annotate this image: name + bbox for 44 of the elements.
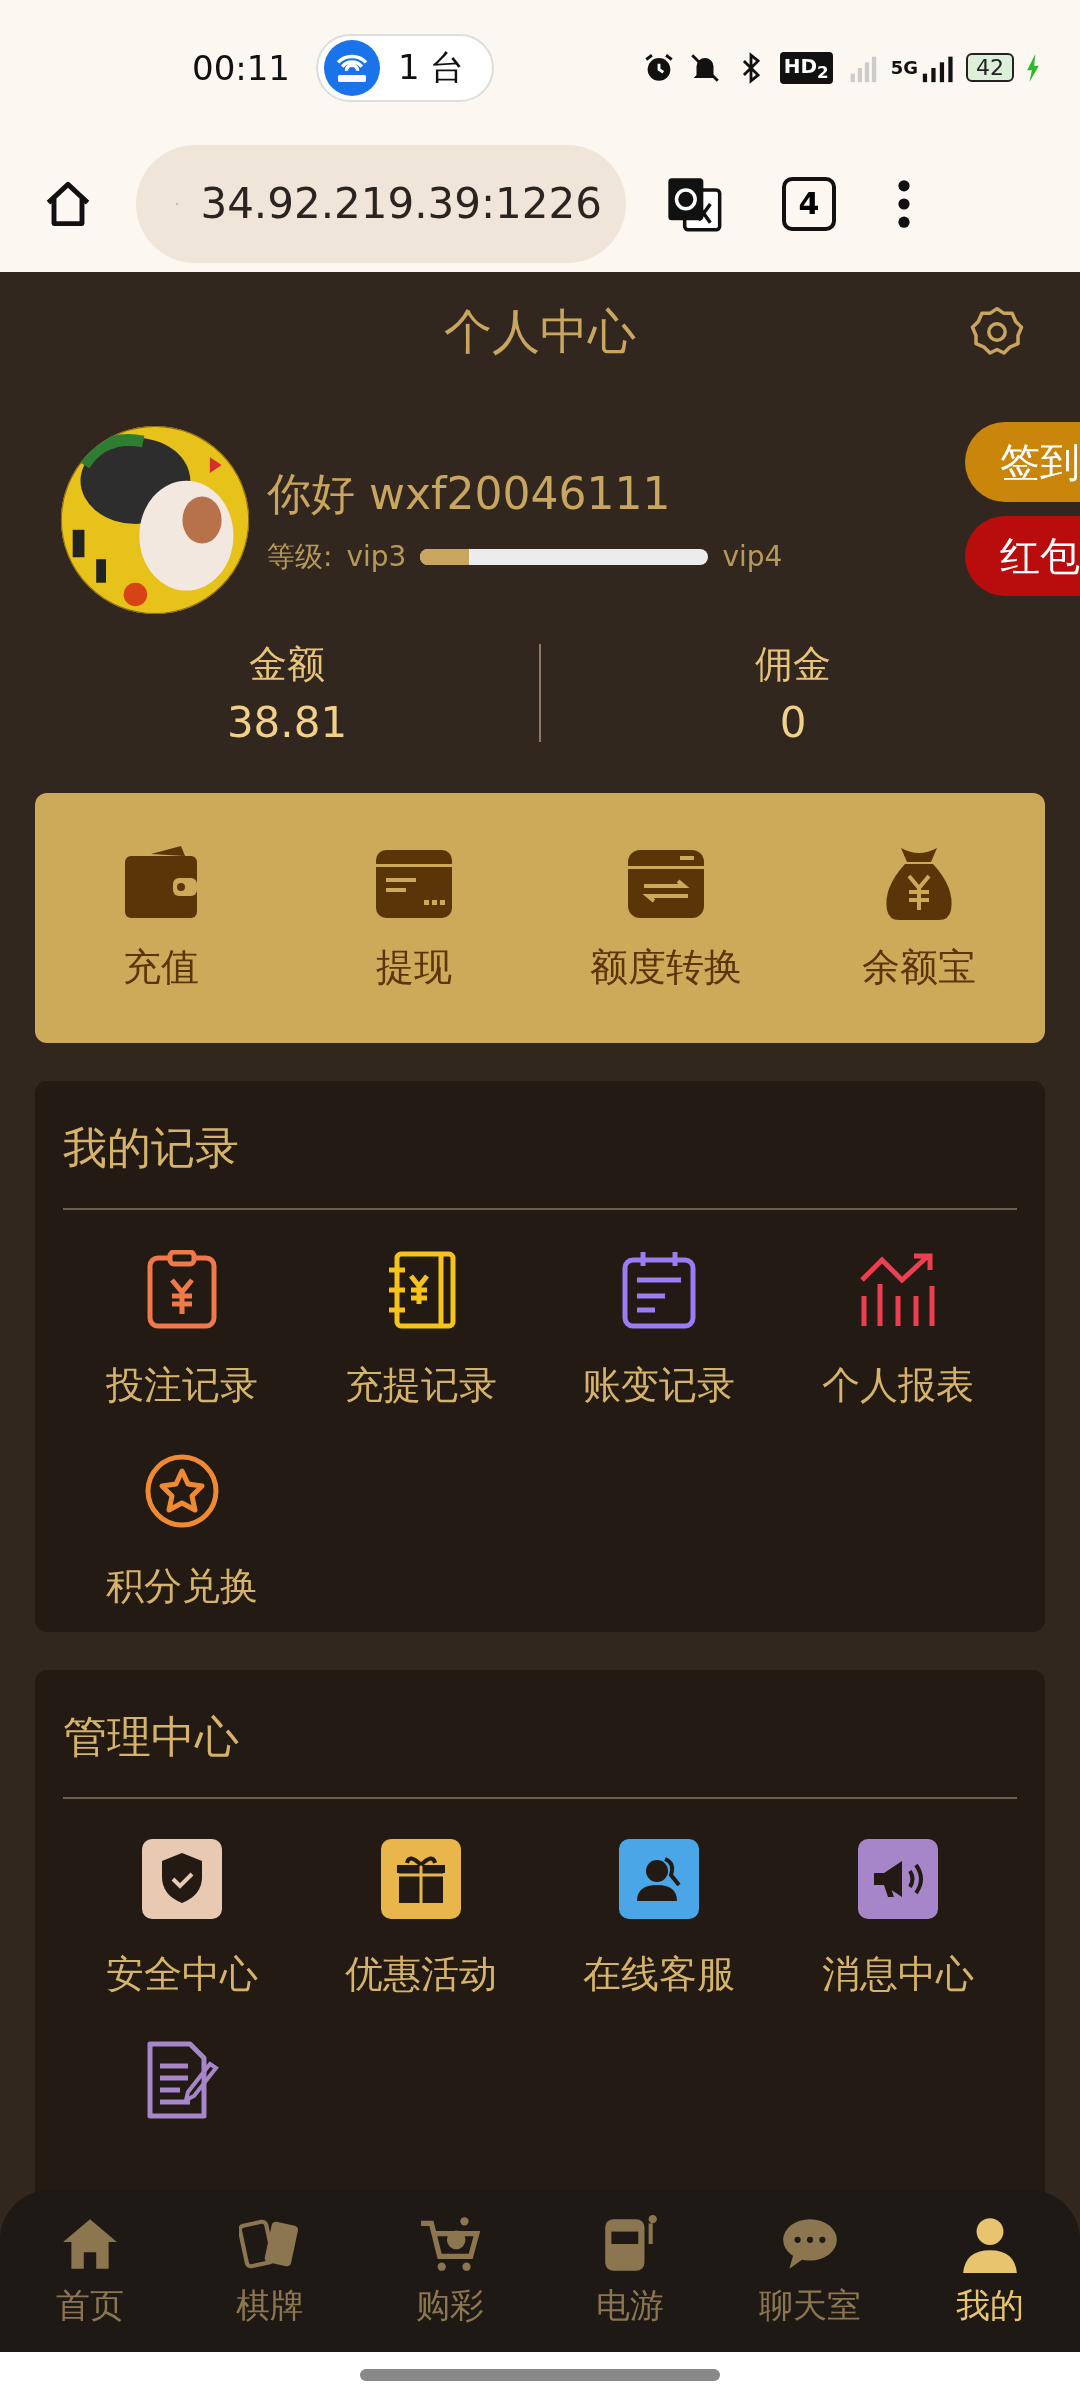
wallet-action[interactable]: 提现 <box>287 843 540 993</box>
status-time: 00:11 <box>192 47 290 88</box>
wallet-action[interactable]: 充值 <box>35 843 288 993</box>
greeting: 你好 wxf20046111 <box>267 466 672 521</box>
balance-label: 佣金 <box>755 641 831 688</box>
balance-label: 金额 <box>249 641 325 688</box>
section-title: 我的记录 <box>63 1121 240 1175</box>
wallet-action[interactable]: 额度转换 <box>540 843 793 993</box>
nav-tab[interactable]: 聊天室 <box>720 2213 900 2329</box>
management-item[interactable]: 消息中心 <box>778 1839 1017 2000</box>
next-level: vip4 <box>722 540 783 573</box>
nav-tab[interactable]: 电游 <box>540 2213 720 2329</box>
management-item[interactable]: 优惠活动 <box>301 1839 540 2000</box>
hd-badge: HD$_{2}$ <box>779 51 833 84</box>
megaphone-icon <box>857 1839 938 1919</box>
record-item[interactable]: 投注记录 <box>63 1250 302 1411</box>
network-type: 5G <box>890 57 918 78</box>
management-item[interactable]: 在线客服 <box>540 1839 779 2000</box>
wallet-action[interactable]: 余额宝 <box>792 843 1045 993</box>
user-search-icon <box>619 1839 700 1919</box>
nav-tab[interactable]: 棋牌 <box>180 2213 360 2329</box>
hotspot-pill: 1 台 <box>316 33 495 102</box>
record-item[interactable]: 账变记录 <box>540 1250 779 1411</box>
shield-check-icon <box>142 1839 223 1919</box>
translate-icon[interactable] <box>666 175 722 232</box>
gift-packet-button[interactable]: 红包 <box>965 516 1080 596</box>
section-title: 管理中心 <box>63 1710 240 1764</box>
balance-value: 38.81 <box>226 698 348 747</box>
management-item[interactable]: 安全中心 <box>63 1839 302 2000</box>
page-title: 个人中心 <box>444 302 636 361</box>
nav-tab[interactable]: 首页 <box>0 2213 180 2329</box>
gift-icon <box>380 1839 461 1919</box>
router-icon <box>324 39 380 96</box>
tabs-button[interactable]: 4 <box>782 176 836 231</box>
nav-tab[interactable]: 我的 <box>900 2213 1080 2329</box>
current-level: vip3 <box>346 540 407 573</box>
balance-value: 0 <box>779 698 807 747</box>
address-bar[interactable]: 34.92.219.39:1226 <box>136 144 626 263</box>
record-item[interactable]: 个人报表 <box>778 1250 1017 1411</box>
record-item[interactable]: 充提记录 <box>301 1250 540 1411</box>
record-item[interactable]: 积分兑换 <box>63 1451 302 1612</box>
nav-tab[interactable]: 购彩 <box>360 2213 540 2329</box>
battery-level: 42 <box>966 53 1014 82</box>
level-label: 等级: <box>267 538 333 575</box>
